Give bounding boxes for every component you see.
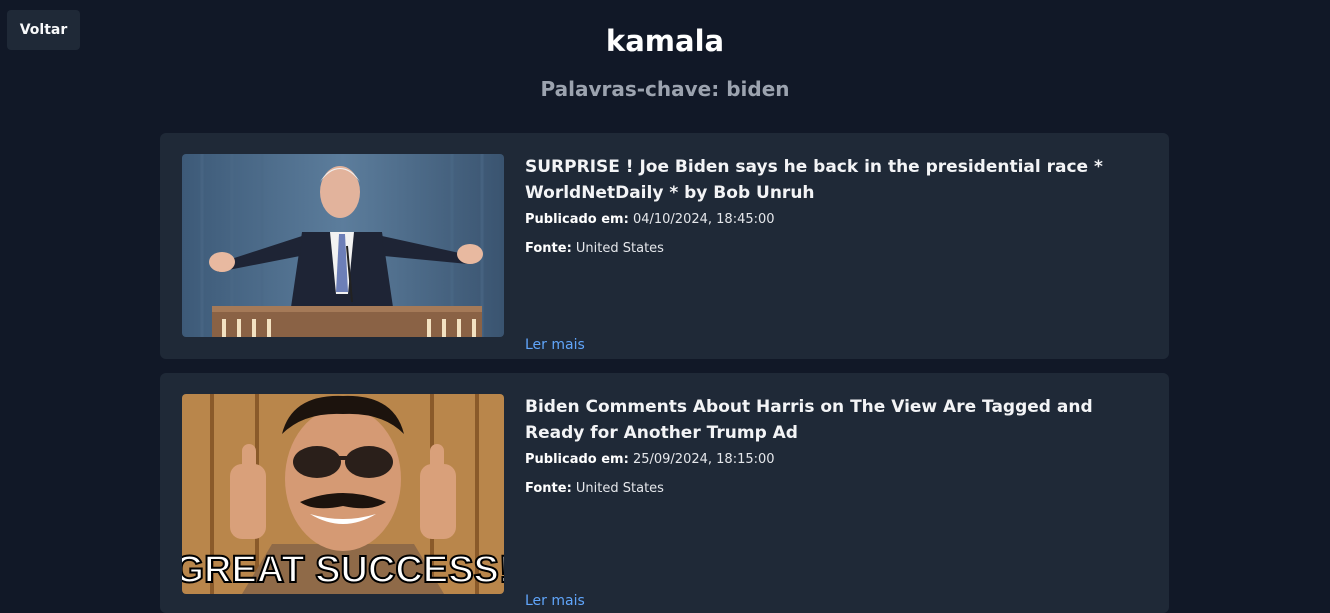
article-title: SURPRISE ! Joe Biden says he back in the… (525, 157, 1103, 203)
source-label: Fonte: (525, 241, 572, 256)
article-published: Publicado em: 04/10/2024, 18:45:00 (525, 212, 1147, 228)
article-title: Biden Comments About Harris on The View … (525, 397, 1093, 443)
meme-caption: GREAT SUCCESS! (182, 549, 504, 591)
source-value: United States (575, 481, 664, 496)
article-source: Fonte: United States (525, 481, 1147, 497)
article-thumbnail[interactable] (182, 154, 504, 337)
keywords-subtitle: Palavras-chave: biden (540, 77, 790, 101)
published-value: 04/10/2024, 18:45:00 (632, 212, 775, 227)
read-more-link[interactable]: Ler mais (525, 337, 585, 353)
read-more-link[interactable]: Ler mais (525, 593, 585, 609)
source-label: Fonte: (525, 481, 572, 496)
article-card: SURPRISE ! Joe Biden says he back in the… (160, 133, 1169, 359)
article-body: SURPRISE ! Joe Biden says he back in the… (525, 154, 1147, 353)
biden-podium-photo-icon (182, 154, 504, 337)
article-thumbnail[interactable]: GREAT SUCCESS! (182, 394, 504, 594)
article-published: Publicado em: 25/09/2024, 18:15:00 (525, 452, 1147, 468)
great-success-meme-photo-icon: GREAT SUCCESS! (182, 394, 504, 594)
source-value: United States (575, 241, 664, 256)
published-value: 25/09/2024, 18:15:00 (632, 452, 775, 467)
published-label: Publicado em: (525, 452, 629, 467)
article-source: Fonte: United States (525, 241, 1147, 257)
article-body: Biden Comments About Harris on The View … (525, 394, 1147, 609)
page-title: kamala (605, 24, 725, 58)
article-card: GREAT SUCCESS! Biden Comments About Harr… (160, 373, 1169, 613)
published-label: Publicado em: (525, 212, 629, 227)
